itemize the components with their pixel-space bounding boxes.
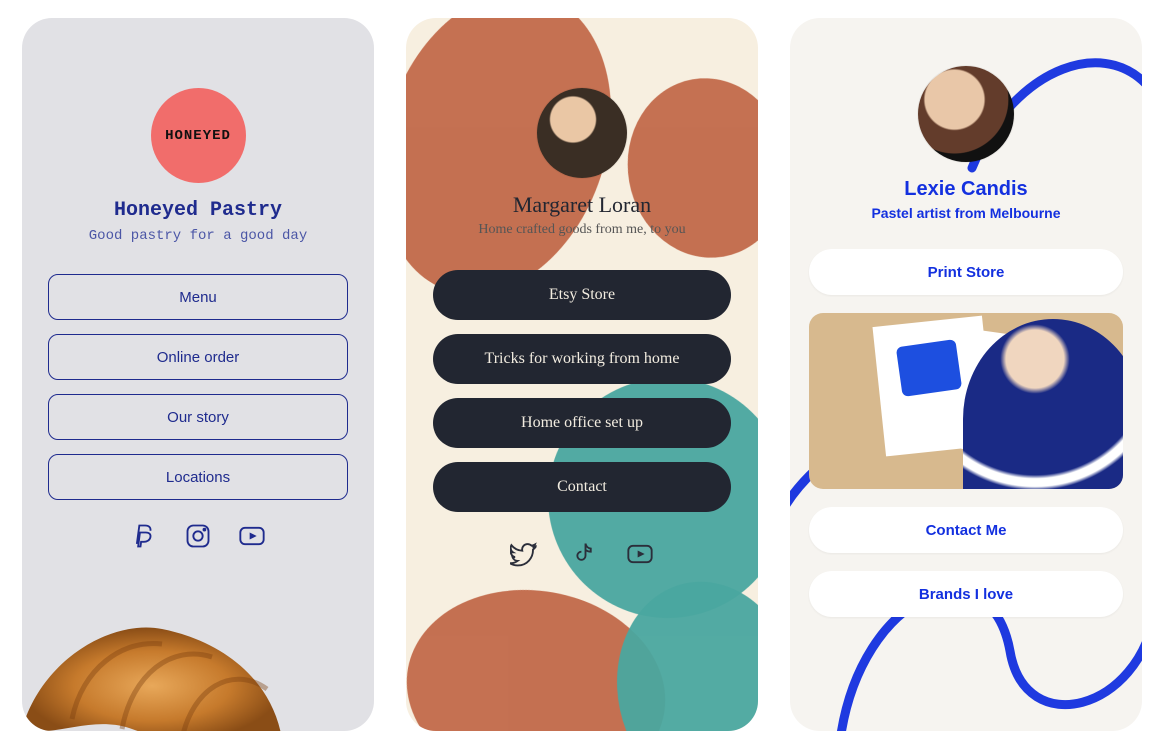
paypal-icon[interactable] [130, 522, 158, 555]
avatar [537, 88, 627, 178]
tiktok-icon[interactable] [568, 540, 596, 573]
link-button-online-order[interactable]: Online order [48, 334, 348, 380]
twitter-icon[interactable] [510, 540, 538, 573]
link-button-wfh-tricks[interactable]: Tricks for working from home [433, 334, 731, 384]
link-button-contact-me[interactable]: Contact Me [809, 507, 1123, 553]
template-card-honeyed: HONEYED Honeyed Pastry Good pastry for a… [22, 18, 374, 731]
template-card-margaret: Margaret Loran Home crafted goods from m… [406, 18, 758, 731]
social-row [510, 540, 654, 573]
youtube-icon[interactable] [626, 540, 654, 573]
profile-title: Honeyed Pastry [114, 199, 282, 222]
instagram-icon[interactable] [184, 522, 212, 555]
link-button-group: Etsy Store Tricks for working from home … [433, 270, 731, 512]
link-button-print-store[interactable]: Print Store [809, 249, 1123, 295]
link-button-locations[interactable]: Locations [48, 454, 348, 500]
avatar [918, 66, 1014, 162]
link-button-etsy-store[interactable]: Etsy Store [433, 270, 731, 320]
link-button-group: Print Store Contact Me Brands I love [809, 249, 1123, 617]
profile-subtitle: Home crafted goods from me, to you [478, 222, 685, 238]
link-button-home-office[interactable]: Home office set up [433, 398, 731, 448]
feature-image-card[interactable] [809, 313, 1123, 489]
profile-title: Margaret Loran [513, 192, 651, 218]
profile-title: Lexie Candis [904, 178, 1027, 201]
brand-logo-text: HONEYED [165, 128, 231, 144]
link-button-group: Menu Online order Our story Locations [48, 274, 348, 500]
croissant-image [22, 599, 292, 731]
profile-subtitle: Pastel artist from Melbourne [871, 205, 1060, 221]
link-button-menu[interactable]: Menu [48, 274, 348, 320]
youtube-icon[interactable] [238, 522, 266, 555]
brand-logo: HONEYED [151, 88, 246, 183]
link-button-contact[interactable]: Contact [433, 462, 731, 512]
profile-subtitle: Good pastry for a good day [89, 228, 307, 244]
social-row [130, 522, 266, 555]
link-button-our-story[interactable]: Our story [48, 394, 348, 440]
link-button-brands-i-love[interactable]: Brands I love [809, 571, 1123, 617]
template-card-lexie: Lexie Candis Pastel artist from Melbourn… [790, 18, 1142, 731]
